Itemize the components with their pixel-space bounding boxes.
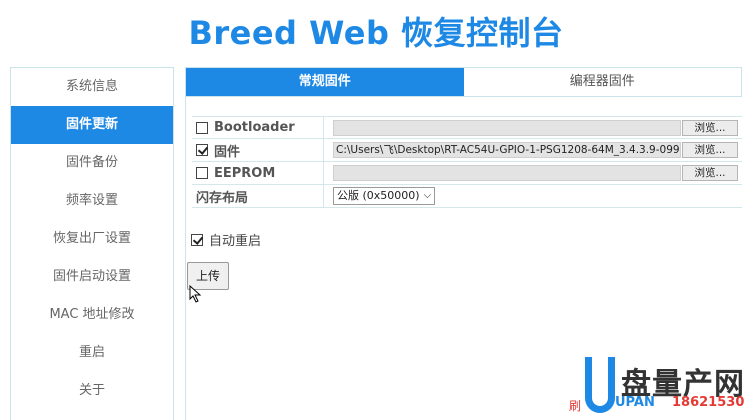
firmware-label: 固件 [214, 144, 241, 160]
upload-form: Bootloader 浏览... 固件 C:\Users\飞\Desktop\R… [192, 116, 742, 208]
eeprom-checkbox[interactable] [196, 167, 208, 179]
bootloader-checkbox[interactable] [196, 121, 208, 134]
flash-layout-label: 闪存布局 [196, 190, 249, 206]
flash-layout-label-cell: 闪存布局 [192, 185, 324, 207]
watermark-url: UPAN [615, 395, 655, 410]
auto-reboot-label: 自动重启 [209, 234, 262, 249]
sidebar-item-firmware-backup[interactable]: 固件备份 [11, 144, 173, 182]
chevron-down-icon: ⌵ [423, 190, 432, 201]
u-logo-icon [585, 357, 615, 413]
eeprom-label: EEPROM [214, 165, 276, 181]
firmware-path-input[interactable]: C:\Users\飞\Desktop\RT-AC54U-GPIO-1-PSG12… [333, 142, 681, 158]
bootloader-label: Bootloader [214, 120, 295, 135]
eeprom-label-cell: EEPROM [192, 162, 324, 184]
auto-reboot-option[interactable]: 自动重启 [191, 230, 261, 249]
firmware-browse-button[interactable]: 浏览... [682, 142, 738, 158]
bootloader-label-cell: Bootloader [192, 117, 324, 138]
sidebar-item-system-info[interactable]: 系统信息 [11, 68, 173, 106]
firmware-tabs: 常规固件 编程器固件 [186, 67, 742, 97]
eeprom-field: 浏览... [324, 162, 742, 184]
watermark-prefix: 刷 [569, 399, 582, 413]
sidebar-item-reboot[interactable]: 重启 [11, 334, 173, 372]
sidebar-item-boot-settings[interactable]: 固件启动设置 [11, 258, 173, 296]
sidebar-nav: 系统信息 固件更新 固件备份 频率设置 恢复出厂设置 固件启动设置 MAC 地址… [10, 67, 174, 420]
sidebar-item-frequency-settings[interactable]: 频率设置 [11, 182, 173, 220]
flash-layout-select[interactable]: 公版 (0x50000) ⌵ [333, 187, 436, 205]
firmware-checkbox[interactable] [196, 144, 208, 156]
watermark-logo: 盘量产网 刷 UPAN 18621530 [569, 353, 752, 420]
mouse-cursor-icon [189, 285, 202, 303]
eeprom-row: EEPROM 浏览... [192, 162, 742, 185]
bootloader-row: Bootloader 浏览... [192, 116, 742, 139]
sidebar-item-mac-address[interactable]: MAC 地址修改 [11, 296, 173, 334]
bootloader-field: 浏览... [324, 117, 742, 138]
flash-layout-field: 公版 (0x50000) ⌵ [324, 185, 742, 207]
bootloader-browse-button[interactable]: 浏览... [682, 119, 738, 136]
sidebar-item-factory-reset[interactable]: 恢复出厂设置 [11, 220, 173, 258]
auto-reboot-checkbox[interactable] [191, 233, 203, 246]
tab-programmer-firmware[interactable]: 编程器固件 [464, 68, 742, 96]
firmware-field: C:\Users\飞\Desktop\RT-AC54U-GPIO-1-PSG12… [324, 139, 742, 161]
sidebar-item-about[interactable]: 关于 [11, 372, 173, 410]
eeprom-browse-button[interactable]: 浏览... [682, 165, 738, 181]
page-title: Breed Web 恢复控制台 [188, 14, 564, 52]
flash-layout-row: 闪存布局 公版 (0x50000) ⌵ [192, 185, 742, 208]
watermark-phone: 18621530 [672, 395, 745, 410]
firmware-row: 固件 C:\Users\飞\Desktop\RT-AC54U-GPIO-1-PS… [192, 139, 742, 162]
sidebar-item-firmware-update[interactable]: 固件更新 [11, 106, 173, 144]
flash-layout-selected: 公版 (0x50000) [337, 189, 420, 202]
firmware-label-cell: 固件 [192, 139, 324, 161]
bootloader-path-input[interactable] [333, 119, 681, 136]
eeprom-path-input[interactable] [333, 165, 681, 181]
tab-regular-firmware[interactable]: 常规固件 [186, 68, 464, 96]
